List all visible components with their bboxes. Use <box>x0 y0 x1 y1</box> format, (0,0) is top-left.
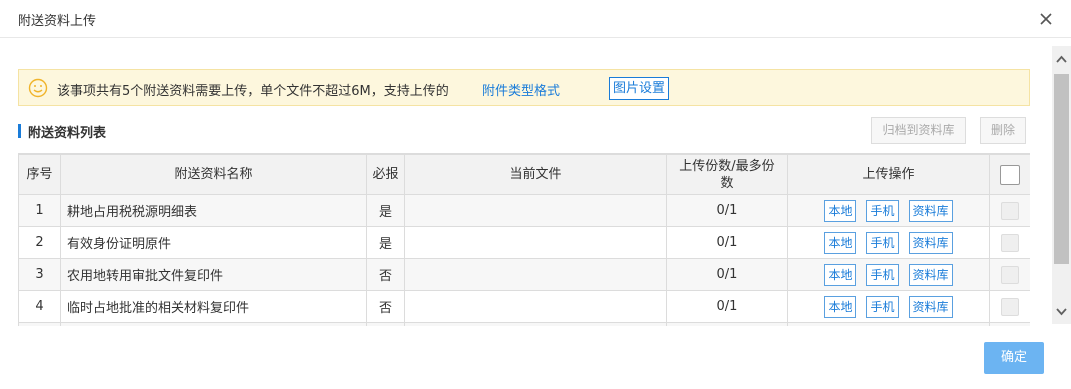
attachment-types-link[interactable]: 附件类型格式 <box>482 80 560 99</box>
close-icon[interactable] <box>1036 9 1056 29</box>
row-count: 0/1 <box>666 194 788 227</box>
notice-text: 该事项共有5个附送资料需要上传，单个文件不超过6M，支持上传的 <box>57 84 449 99</box>
delete-button[interactable]: 删除 <box>980 117 1026 144</box>
row-name: 临时占地批准的相关材料复印件 <box>60 290 367 323</box>
upload-library-button[interactable]: 资料库 <box>908 263 953 286</box>
row-current-file <box>404 290 667 323</box>
smile-icon <box>28 78 48 98</box>
row-name: 农用地转用审批文件复印件 <box>60 258 367 291</box>
row-select <box>989 258 1030 291</box>
header-required: 必报 <box>366 154 405 195</box>
upload-local-button[interactable]: 本地 <box>824 199 857 222</box>
upload-library-button[interactable]: 资料库 <box>908 199 953 222</box>
confirm-button[interactable]: 确定 <box>984 342 1044 374</box>
row-count <box>666 322 788 326</box>
upload-local-button[interactable]: 本地 <box>824 263 857 286</box>
row-ops: 本地手机资料库 <box>787 226 990 259</box>
row-name: 有效身份证明原件 <box>60 226 367 259</box>
row-current-file <box>404 194 667 227</box>
header-index: 序号 <box>18 154 61 195</box>
vertical-scrollbar[interactable] <box>1052 46 1071 324</box>
row-index: 1 <box>18 194 61 227</box>
header-select-all <box>989 154 1030 195</box>
row-name: 耕地占用税税源明细表 <box>60 194 367 227</box>
table-header-row: 序号 附送资料名称 必报 当前文件 上传份数/最多份 数 上传操作 <box>18 154 1030 195</box>
row-required <box>366 322 405 326</box>
photo-settings-button[interactable]: 图片设置 <box>609 77 670 100</box>
header-count: 上传份数/最多份 数 <box>666 154 788 195</box>
archive-to-library-button[interactable]: 归档到资料库 <box>871 117 966 144</box>
upload-local-button[interactable]: 本地 <box>824 295 857 318</box>
row-ops: 本地手机资料库 <box>787 194 990 227</box>
row-ops: 本地手机资料库 <box>787 258 990 291</box>
dialog-header: 附送资料上传 <box>0 0 1071 38</box>
table-row: 2 有效身份证明原件是 0/1 本地 手机 资料库 <box>18 226 1030 259</box>
upload-phone-button[interactable]: 手机 <box>866 231 899 254</box>
table-row: 本地手机资料库 <box>18 322 1030 326</box>
row-select <box>989 322 1030 326</box>
header-count-line2: 数 <box>720 175 734 191</box>
table-row: 4 临时占地批准的相关材料复印件否 0/1 本地 手机 资料库 <box>18 290 1030 323</box>
scroll-down-icon[interactable] <box>1052 298 1071 324</box>
upload-phone-button[interactable]: 手机 <box>866 263 899 286</box>
row-select <box>989 226 1030 259</box>
row-count: 0/1 <box>666 290 788 323</box>
row-checkbox[interactable] <box>1001 297 1019 316</box>
row-name <box>60 322 367 326</box>
row-required: 是 <box>366 194 405 227</box>
row-index: 3 <box>18 258 61 291</box>
row-count: 0/1 <box>666 258 788 291</box>
upload-library-button[interactable]: 资料库 <box>908 295 953 318</box>
upload-local-button[interactable]: 本地 <box>824 231 857 254</box>
upload-phone-button[interactable]: 手机 <box>866 295 899 318</box>
header-count-line1: 上传份数/最多份 <box>679 158 775 174</box>
row-current-file <box>404 322 667 326</box>
table-row: 1 耕地占用税税源明细表是 0/1 本地 手机 资料库 <box>18 194 1030 227</box>
header-name: 附送资料名称 <box>60 154 367 195</box>
row-count: 0/1 <box>666 226 788 259</box>
table-row: 3 农用地转用审批文件复印件否 0/1 本地 手机 资料库 <box>18 258 1030 291</box>
row-ops: 本地手机资料库 <box>787 322 990 326</box>
header-ops: 上传操作 <box>787 154 990 195</box>
row-select <box>989 194 1030 227</box>
select-all-checkbox[interactable] <box>1000 164 1020 185</box>
row-index: 2 <box>18 226 61 259</box>
scroll-up-icon[interactable] <box>1052 46 1071 72</box>
upload-library-button[interactable]: 资料库 <box>908 231 953 254</box>
row-required: 是 <box>366 226 405 259</box>
row-checkbox[interactable] <box>1001 265 1019 284</box>
row-checkbox[interactable] <box>1001 233 1019 252</box>
row-current-file <box>404 226 667 259</box>
row-required: 否 <box>366 290 405 323</box>
row-index: 4 <box>18 290 61 323</box>
row-ops: 本地手机资料库 <box>787 290 990 323</box>
row-checkbox[interactable] <box>1001 201 1019 220</box>
row-current-file <box>404 258 667 291</box>
notice-banner: 该事项共有5个附送资料需要上传，单个文件不超过6M，支持上传的 附件类型格式 图… <box>18 69 1030 106</box>
upload-phone-button[interactable]: 手机 <box>866 199 899 222</box>
header-current-file: 当前文件 <box>404 154 667 195</box>
scroll-thumb[interactable] <box>1054 74 1069 264</box>
row-index <box>18 322 61 326</box>
row-required: 否 <box>366 258 405 291</box>
section-title: 附送资料列表 <box>28 126 107 141</box>
attachments-table: 序号 附送资料名称 必报 当前文件 上传份数/最多份 数 上传操作 1 耕地占用税… <box>18 153 1030 326</box>
dialog-title: 附送资料上传 <box>18 14 97 29</box>
row-select <box>989 290 1030 323</box>
section-marker <box>18 124 21 138</box>
